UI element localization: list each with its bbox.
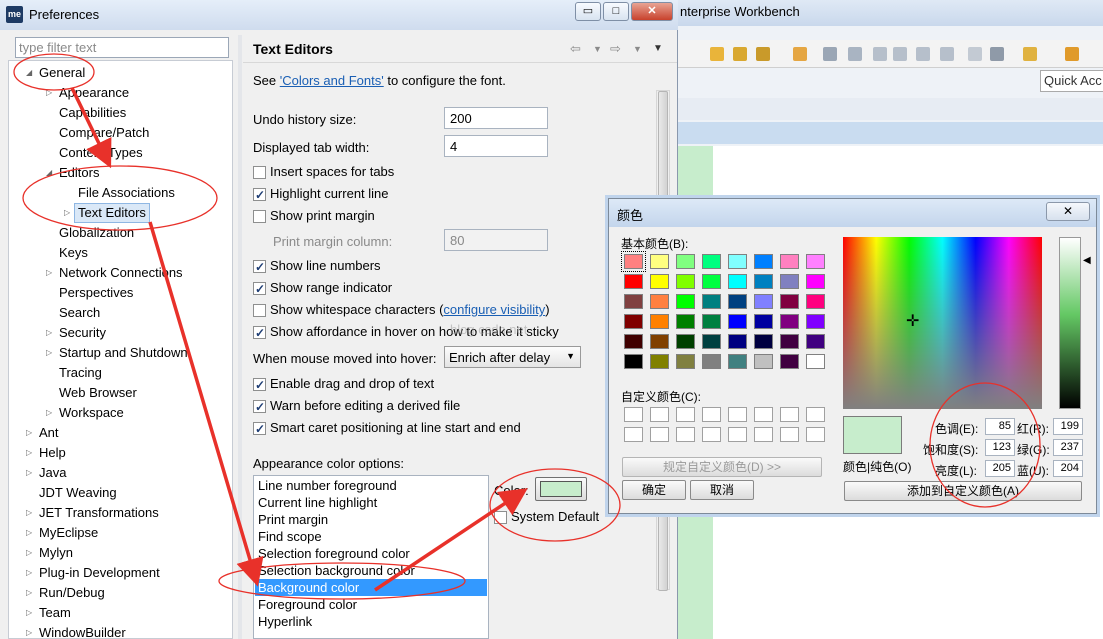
circle-rgb-values — [929, 382, 1041, 508]
circle-editors — [22, 165, 218, 231]
circle-general — [13, 53, 95, 91]
arrow-general-to-editors — [70, 87, 112, 169]
annotation-circles — [13, 53, 1041, 600]
arrow-text-editors-to-background — [148, 221, 264, 587]
annotation-arrows — [70, 87, 528, 592]
arrow-background-to-color — [374, 488, 528, 592]
annotation-overlay — [13, 53, 1041, 600]
circle-background-color — [218, 562, 466, 600]
circle-color-button — [489, 468, 621, 542]
